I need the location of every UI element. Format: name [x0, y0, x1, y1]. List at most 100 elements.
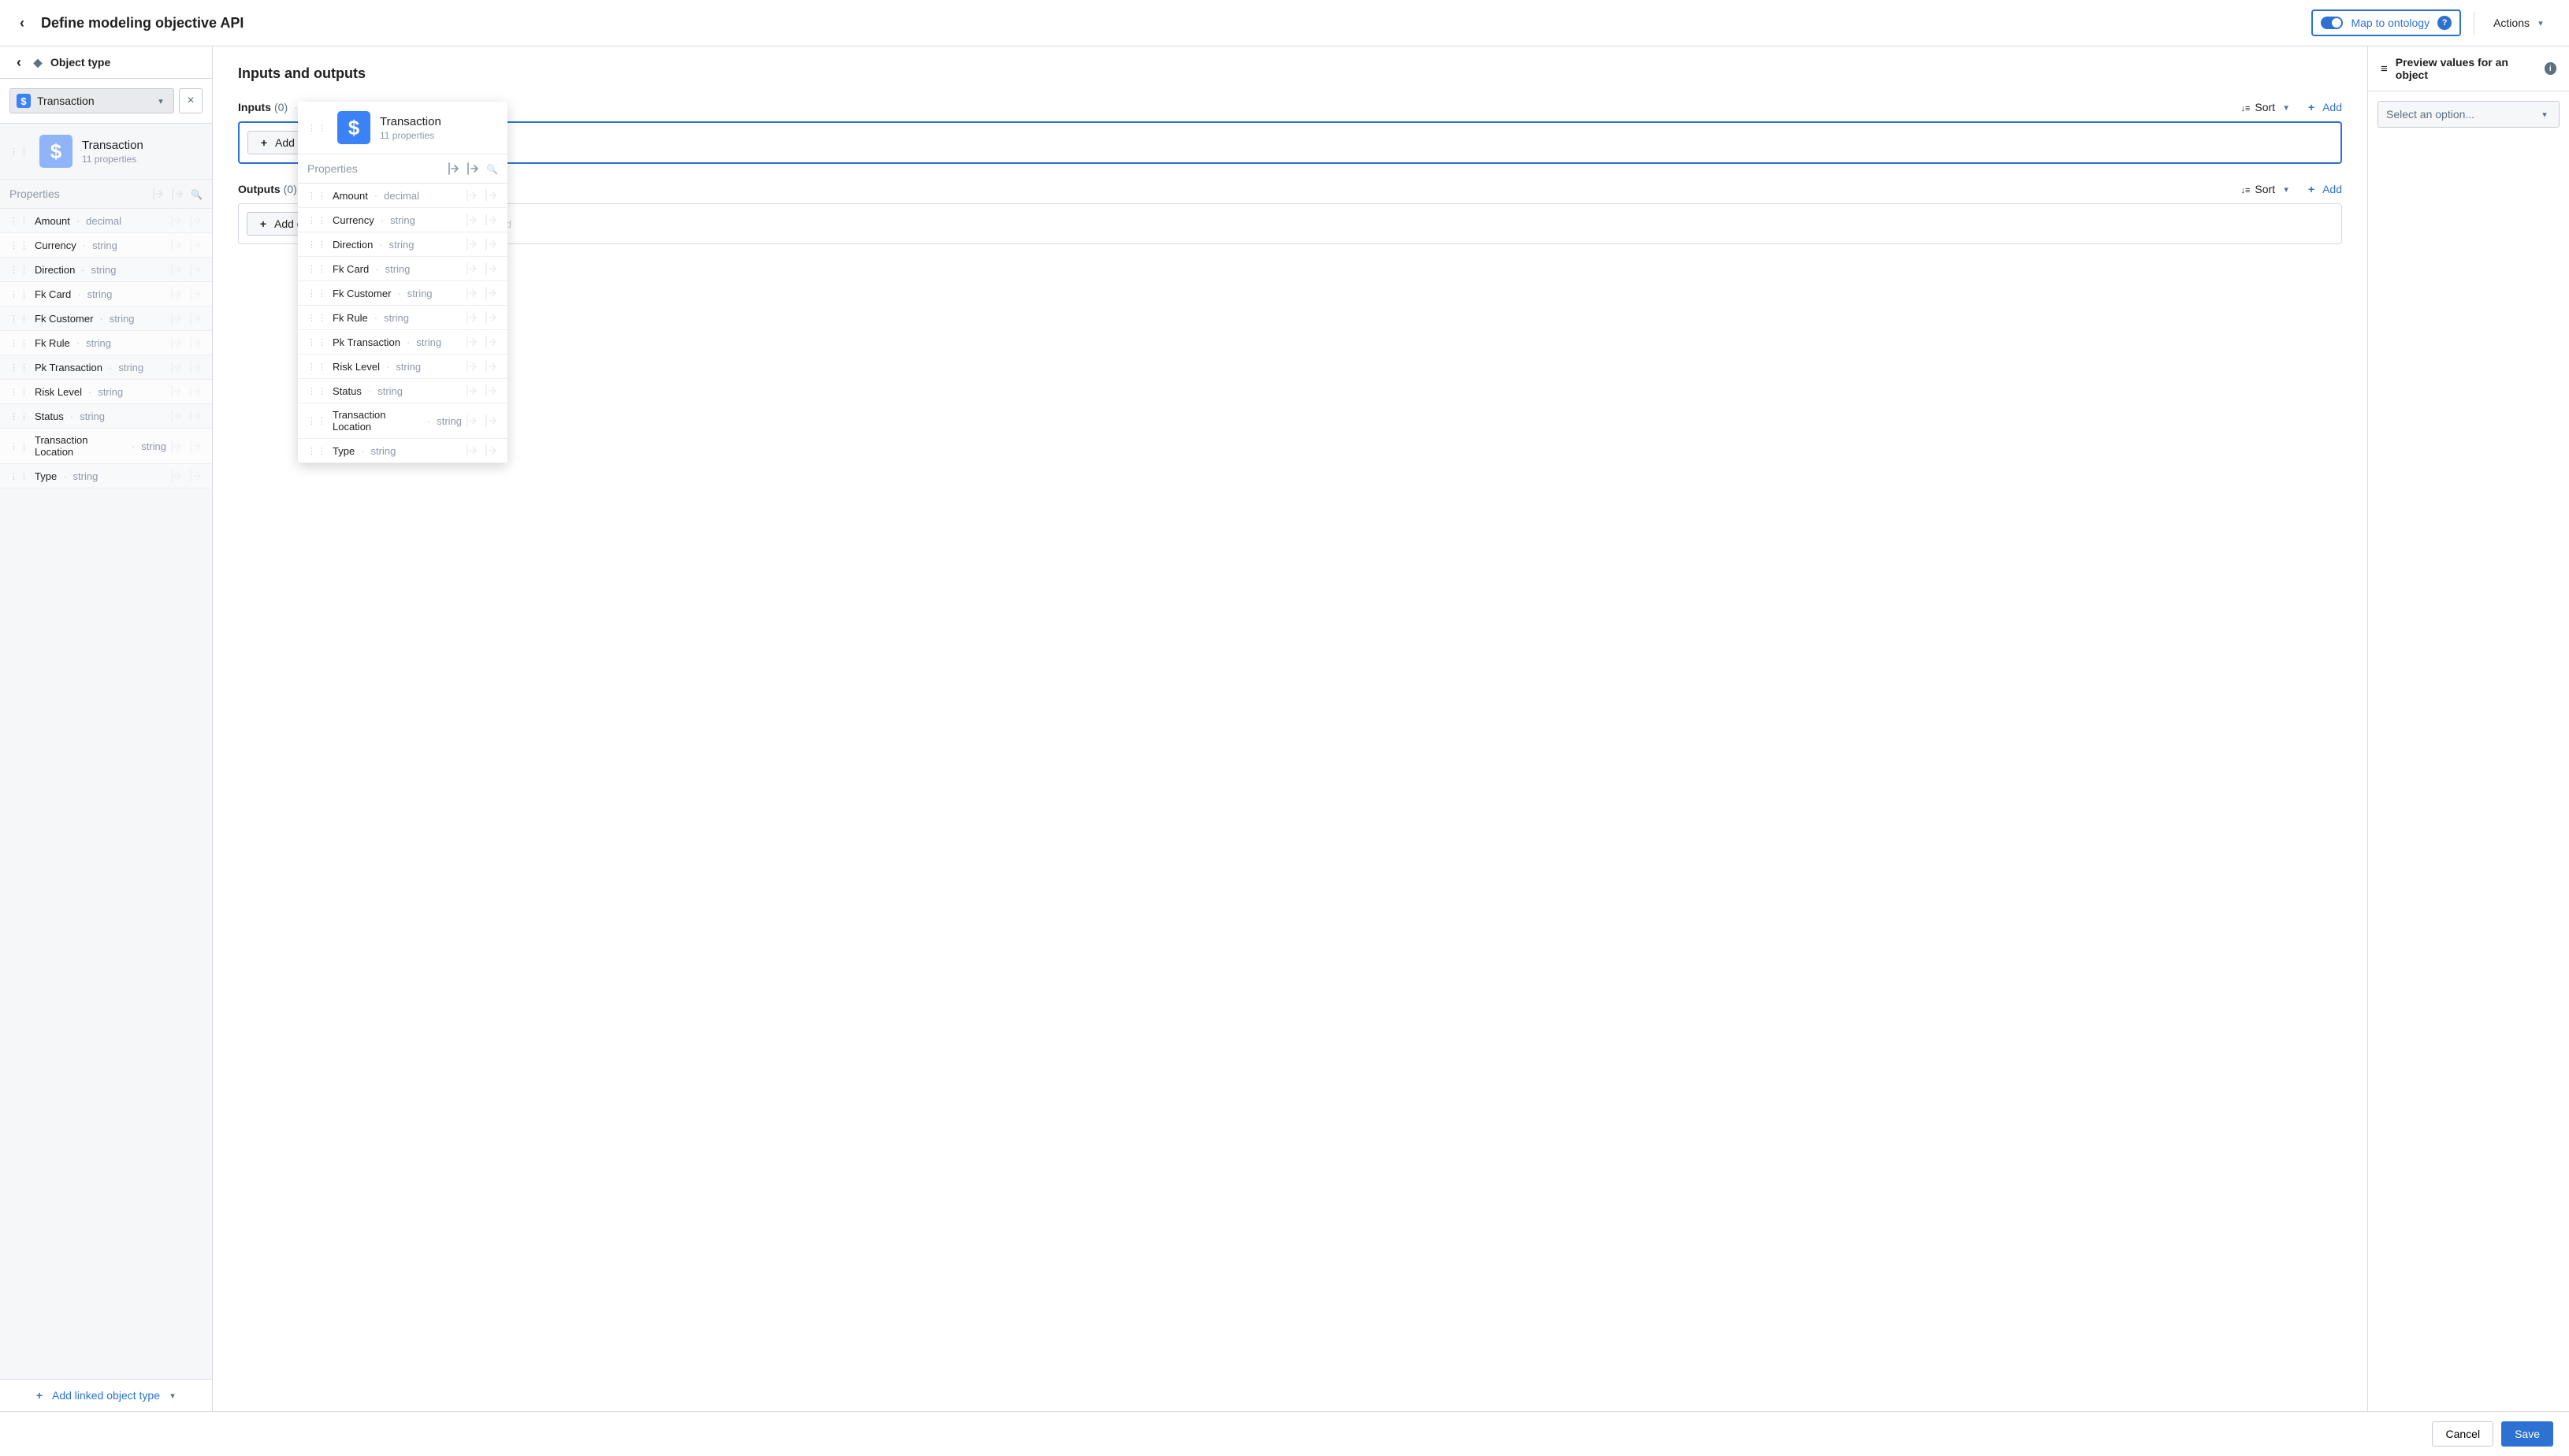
- output-icon[interactable]: [190, 312, 203, 325]
- property-row[interactable]: ⋮⋮Amount·decimal: [0, 209, 212, 233]
- property-row[interactable]: ⋮⋮Status·string: [0, 404, 212, 429]
- property-row[interactable]: ⋮⋮Fk Card·string: [0, 282, 212, 306]
- drag-handle-icon[interactable]: ⋮⋮: [9, 387, 30, 397]
- input-icon[interactable]: [171, 263, 184, 276]
- drag-handle-icon[interactable]: ⋮⋮: [9, 411, 30, 422]
- actions-menu[interactable]: Actions: [2487, 13, 2553, 32]
- input-icon[interactable]: [467, 444, 479, 457]
- output-icon[interactable]: [485, 262, 498, 275]
- output-icon[interactable]: [190, 239, 203, 251]
- output-icon[interactable]: [190, 263, 203, 276]
- output-icon[interactable]: [485, 336, 498, 348]
- property-row[interactable]: ⋮⋮Currency·string: [298, 208, 507, 232]
- sort-inputs-button[interactable]: Sort: [2240, 101, 2292, 113]
- property-row[interactable]: ⋮⋮Amount·decimal: [298, 184, 507, 208]
- add-linked-object-button[interactable]: Add linked object type: [0, 1379, 212, 1411]
- input-icon[interactable]: [467, 384, 479, 397]
- drag-handle-icon[interactable]: ⋮⋮: [307, 240, 328, 250]
- input-icon[interactable]: [171, 288, 184, 300]
- drag-handle-icon[interactable]: ⋮⋮: [307, 288, 328, 299]
- property-row[interactable]: ⋮⋮Fk Customer·string: [0, 306, 212, 331]
- drag-handle-icon[interactable]: ⋮⋮: [307, 123, 328, 133]
- search-icon[interactable]: [191, 188, 203, 200]
- output-icon[interactable]: [485, 238, 498, 251]
- property-row[interactable]: ⋮⋮Currency·string: [0, 233, 212, 258]
- input-icon[interactable]: [467, 189, 479, 202]
- property-row[interactable]: ⋮⋮Direction·string: [298, 232, 507, 257]
- drag-handle-icon[interactable]: ⋮⋮: [9, 240, 30, 251]
- drag-handle-icon[interactable]: ⋮⋮: [9, 265, 30, 275]
- input-icon[interactable]: [171, 440, 184, 452]
- drag-handle-icon[interactable]: ⋮⋮: [307, 191, 328, 201]
- output-icon[interactable]: [485, 214, 498, 226]
- add-output-button[interactable]: Add: [2305, 183, 2342, 195]
- drag-handle-icon[interactable]: ⋮⋮: [9, 362, 30, 373]
- output-icon[interactable]: [190, 336, 203, 349]
- output-icon[interactable]: [485, 414, 498, 427]
- property-row[interactable]: ⋮⋮Transaction Location·string: [298, 403, 507, 439]
- input-icon[interactable]: [467, 311, 479, 324]
- output-icon[interactable]: [485, 189, 498, 202]
- sort-outputs-button[interactable]: Sort: [2240, 183, 2292, 195]
- inputs-drop-zone[interactable]: Add input or drag from object properties…: [238, 121, 2342, 164]
- popover-object-card[interactable]: ⋮⋮ $ Transaction 11 properties: [298, 102, 507, 154]
- input-icon[interactable]: [467, 287, 479, 299]
- input-all-icon[interactable]: [448, 162, 461, 175]
- back-icon[interactable]: [16, 17, 28, 29]
- output-icon[interactable]: [190, 288, 203, 300]
- input-icon[interactable]: [467, 262, 479, 275]
- drag-handle-icon[interactable]: ⋮⋮: [9, 441, 30, 451]
- input-icon[interactable]: [171, 361, 184, 373]
- drag-handle-icon[interactable]: ⋮⋮: [9, 289, 30, 299]
- drag-handle-icon[interactable]: ⋮⋮: [307, 215, 328, 225]
- preview-select[interactable]: Select an option...: [2378, 101, 2560, 128]
- output-icon[interactable]: [485, 360, 498, 373]
- output-icon[interactable]: [485, 444, 498, 457]
- input-icon[interactable]: [171, 312, 184, 325]
- clear-object-button[interactable]: [179, 88, 203, 113]
- drag-handle-icon[interactable]: ⋮⋮: [9, 147, 30, 157]
- info-icon[interactable]: i: [2545, 62, 2556, 75]
- drag-handle-icon[interactable]: ⋮⋮: [9, 314, 30, 324]
- drag-handle-icon[interactable]: ⋮⋮: [307, 362, 328, 372]
- search-icon[interactable]: [486, 162, 498, 175]
- output-icon[interactable]: [485, 384, 498, 397]
- input-icon[interactable]: [467, 360, 479, 373]
- input-icon[interactable]: [467, 214, 479, 226]
- property-row[interactable]: ⋮⋮Fk Rule·string: [0, 331, 212, 355]
- output-icon[interactable]: [485, 287, 498, 299]
- output-icon[interactable]: [190, 440, 203, 452]
- property-row[interactable]: ⋮⋮Pk Transaction·string: [0, 355, 212, 380]
- output-icon[interactable]: [190, 470, 203, 482]
- input-icon[interactable]: [171, 336, 184, 349]
- drag-handle-icon[interactable]: ⋮⋮: [307, 264, 328, 274]
- cancel-button[interactable]: Cancel: [2432, 1421, 2493, 1447]
- property-row[interactable]: ⋮⋮Fk Customer·string: [298, 281, 507, 306]
- property-row[interactable]: ⋮⋮Fk Card·string: [298, 257, 507, 281]
- output-icon[interactable]: [190, 410, 203, 422]
- input-icon[interactable]: [467, 336, 479, 348]
- property-row[interactable]: ⋮⋮Type·string: [298, 439, 507, 463]
- map-to-ontology-toggle[interactable]: Map to ontology ?: [2311, 9, 2461, 36]
- drag-handle-icon[interactable]: ⋮⋮: [9, 471, 30, 481]
- output-icon[interactable]: [190, 361, 203, 373]
- outputs-drop-zone[interactable]: Add output or drag from object propertie…: [238, 203, 2342, 244]
- output-all-icon[interactable]: [467, 162, 480, 175]
- drag-handle-icon[interactable]: ⋮⋮: [307, 313, 328, 323]
- input-icon[interactable]: [171, 214, 184, 227]
- property-row[interactable]: ⋮⋮Risk Level·string: [298, 355, 507, 379]
- property-row[interactable]: ⋮⋮Pk Transaction·string: [298, 330, 507, 355]
- property-row[interactable]: ⋮⋮Risk Level·string: [0, 380, 212, 404]
- property-row[interactable]: ⋮⋮Direction·string: [0, 258, 212, 282]
- output-icon[interactable]: [190, 385, 203, 398]
- property-row[interactable]: ⋮⋮Type·string: [0, 464, 212, 488]
- property-row[interactable]: ⋮⋮Status·string: [298, 379, 507, 403]
- add-input-button[interactable]: Add: [2305, 101, 2342, 113]
- input-icon[interactable]: [171, 385, 184, 398]
- drag-handle-icon[interactable]: ⋮⋮: [307, 416, 328, 426]
- object-card[interactable]: ⋮⋮ $ Transaction 11 properties: [0, 124, 212, 180]
- input-icon[interactable]: [171, 470, 184, 482]
- input-icon[interactable]: [171, 410, 184, 422]
- drag-handle-icon[interactable]: ⋮⋮: [9, 216, 30, 226]
- help-icon[interactable]: ?: [2437, 16, 2452, 30]
